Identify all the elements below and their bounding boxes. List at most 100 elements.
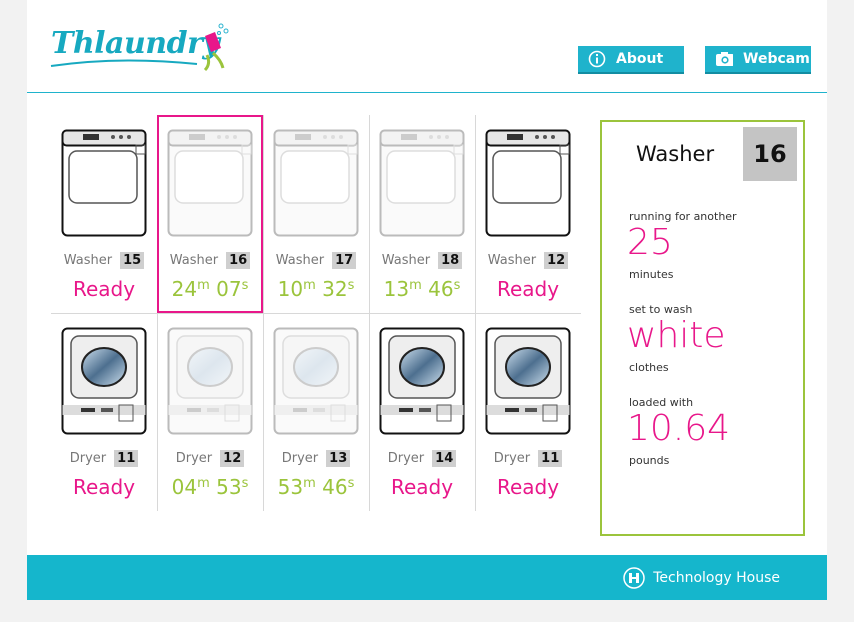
machine-number: 14 [432,450,457,467]
timer-seconds: 32 [322,277,348,301]
technology-house-link[interactable]: Technology House [623,567,780,589]
detail-panel: Washer 16 running for another 25 minutes… [600,120,805,536]
machine-number: 12 [220,450,245,467]
seconds-unit: s [347,278,355,293]
dryer-card[interactable]: Dryer 11 Ready [475,313,581,511]
status-timer: 13m 46s [369,277,475,301]
status-ready: Ready [72,277,136,301]
timer-seconds: 07 [216,277,242,301]
machine-type: Washer [487,253,537,268]
timer-seconds: 46 [428,277,454,301]
machine-type: Dryer [281,451,319,466]
detail-title: Washer [636,142,715,166]
dryer-card[interactable]: Dryer 13 53m 46s [263,313,369,511]
machine-type: Dryer [493,451,531,466]
status-ready: Ready [72,475,136,499]
washer-card[interactable]: Washer 18 13m 46s [369,115,475,313]
wash-value: white [627,315,726,356]
webcam-label: Webcam [743,51,810,67]
machine-type: Washer [275,253,325,268]
machine-label: Washer 15 [51,252,157,269]
detail-number: 16 [743,127,797,181]
status-ready: Ready [496,277,560,301]
machine-label: Washer 16 [157,252,263,269]
machine-label: Dryer 11 [51,450,157,467]
load-value: 10.64 [627,408,731,449]
timer-minutes: 53 [277,475,304,499]
machine-type: Washer [63,253,113,268]
washer-card[interactable]: Washer 16 24m 07s [157,115,263,313]
washer-icon [273,129,359,237]
washer-icon [379,129,465,237]
status-timer: 10m 32s [263,277,369,301]
dryer-card[interactable]: Dryer 14 Ready [369,313,475,511]
logo-text: Thlaundry [51,26,220,61]
seconds-unit: s [347,476,355,491]
machine-type: Washer [169,253,219,268]
machine-label: Washer 12 [475,252,581,269]
timer-minutes: 04 [171,475,198,499]
dryer-icon [485,327,571,435]
machine-number: 11 [538,450,563,467]
washer-card[interactable]: Washer 12 Ready [475,115,581,313]
seconds-unit: s [241,476,249,491]
status-ready: Ready [496,475,560,499]
logo-swoosh-icon [50,59,198,67]
running-value: 25 [627,222,673,263]
machine-label: Dryer 14 [369,450,475,467]
info-icon [588,50,606,68]
page: Thlaundry About Webcam Washer 15 Ready W… [27,0,827,600]
wash-unit: clothes [629,361,669,374]
machine-label: Dryer 11 [475,450,581,467]
thlaundry-logo[interactable]: Thlaundry [49,22,229,78]
machine-label: Washer 17 [263,252,369,269]
washer-card[interactable]: Washer 17 10m 32s [263,115,369,313]
machine-type: Dryer [175,451,213,466]
status-ready: Ready [390,475,454,499]
header-divider [27,92,827,93]
machine-grid: Washer 15 Ready Washer 16 24m 07s Washer 17 10… [51,115,581,511]
machine-number: 12 [544,252,569,269]
washer-card[interactable]: Washer 15 Ready [51,115,157,313]
footer: Technology House [27,555,827,600]
minutes-unit: m [303,476,316,491]
dryer-icon [61,327,147,435]
timer-minutes: 10 [277,277,304,301]
machine-type: Dryer [387,451,425,466]
status-timer: 04m 53s [157,475,263,499]
timer-seconds: 46 [322,475,348,499]
seconds-unit: s [241,278,249,293]
machine-type: Washer [381,253,431,268]
washer-icon [61,129,147,237]
machine-number: 11 [114,450,139,467]
machine-number: 15 [120,252,145,269]
minutes-unit: m [197,278,210,293]
camera-icon [715,50,733,68]
status-timer: 24m 07s [157,277,263,301]
minutes-unit: m [303,278,316,293]
dryer-icon [167,327,253,435]
washer-icon [167,129,253,237]
machine-label: Dryer 12 [157,450,263,467]
machine-number: 13 [326,450,351,467]
dryer-card[interactable]: Dryer 11 Ready [51,313,157,511]
detergent-bottle-icon [203,23,229,72]
machine-number: 16 [226,252,251,269]
technology-house-logo-icon [623,567,645,589]
machine-number: 17 [332,252,357,269]
webcam-button[interactable]: Webcam [705,46,811,74]
machine-number: 18 [438,252,463,269]
timer-minutes: 24 [171,277,198,301]
timer-seconds: 53 [216,475,242,499]
footer-label: Technology House [653,570,780,586]
machine-type: Dryer [69,451,107,466]
dryer-icon [379,327,465,435]
about-button[interactable]: About [578,46,684,74]
seconds-unit: s [453,278,461,293]
machine-label: Washer 18 [369,252,475,269]
about-label: About [616,51,664,67]
dryer-icon [273,327,359,435]
minutes-unit: m [409,278,422,293]
dryer-card[interactable]: Dryer 12 04m 53s [157,313,263,511]
washer-icon [485,129,571,237]
